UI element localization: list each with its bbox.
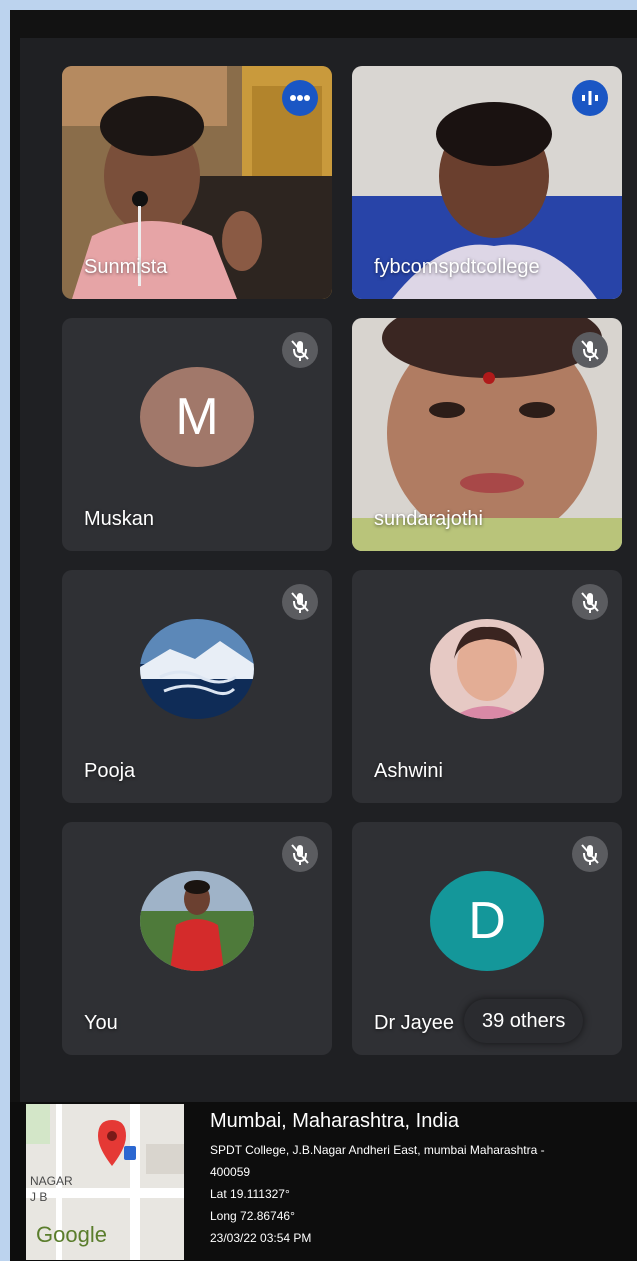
participant-name: fybcomspdtcollege xyxy=(374,256,540,278)
mic-off-icon xyxy=(282,332,318,368)
geotag-details: Mumbai, Maharashtra, India SPDT College,… xyxy=(210,1110,545,1249)
geotag-datetime: 23/03/22 03:54 PM xyxy=(210,1231,312,1245)
participant-tile-pooja[interactable]: Pooja xyxy=(62,570,332,803)
others-count-button[interactable]: 39 others xyxy=(464,999,584,1043)
participant-tile-you[interactable]: You xyxy=(62,822,332,1055)
geotag-address: SPDT College, J.B.Nagar Andheri East, mu… xyxy=(210,1143,545,1157)
mic-off-icon xyxy=(572,332,608,368)
mic-off-icon xyxy=(282,836,318,872)
phone-screen: Sunmista fybcomspdtcollege M Muskan sund… xyxy=(10,10,637,1261)
participant-name: sundarajothi xyxy=(374,508,483,530)
avatar-photo xyxy=(140,618,254,719)
participant-tile-muskan[interactable]: M Muskan xyxy=(62,318,332,551)
map-label: NAGAR xyxy=(30,1174,73,1188)
map-label: J B xyxy=(30,1190,48,1204)
meet-grid: Sunmista fybcomspdtcollege M Muskan sund… xyxy=(20,38,637,1118)
participant-tile-dr-jayee[interactable]: D Dr Jayee 39 others xyxy=(352,822,622,1055)
geotag-city: Mumbai, Maharashtra, India xyxy=(210,1110,460,1132)
avatar-photo xyxy=(140,870,254,971)
speaking-indicator-icon xyxy=(572,80,608,116)
mic-off-icon xyxy=(282,584,318,620)
speaking-indicator-icon xyxy=(282,80,318,116)
avatar-initial: M xyxy=(140,366,254,467)
participant-name: Muskan xyxy=(84,508,155,530)
avatar-initial: D xyxy=(430,870,544,971)
participant-name: Pooja xyxy=(84,760,136,782)
geotag-overlay: NAGAR J B Google Mumbai, Maharashtra, In… xyxy=(10,1102,637,1261)
mic-off-icon xyxy=(572,584,608,620)
participant-name: Dr Jayee xyxy=(374,1012,455,1034)
participant-tile-ashwini[interactable]: Ashwini xyxy=(352,570,622,803)
participant-tile-sundarajothi[interactable]: sundarajothi xyxy=(352,318,622,551)
google-logo: Google xyxy=(36,1222,107,1247)
mic-off-icon xyxy=(572,836,608,872)
geotag-latitude: Lat 19.111327° xyxy=(210,1187,290,1201)
map-thumbnail: NAGAR J B Google xyxy=(26,1104,184,1260)
geotag-longitude: Long 72.86746° xyxy=(210,1209,295,1223)
participant-name: Sunmista xyxy=(84,256,168,278)
participant-name: Ashwini xyxy=(374,760,443,782)
participant-tile-sunmista[interactable]: Sunmista xyxy=(62,66,332,299)
participant-tile-fybcomspdtcollege[interactable]: fybcomspdtcollege xyxy=(352,66,622,299)
geotag-postcode: 400059 xyxy=(210,1165,251,1179)
participant-name: You xyxy=(84,1012,118,1034)
avatar-photo xyxy=(430,618,544,719)
